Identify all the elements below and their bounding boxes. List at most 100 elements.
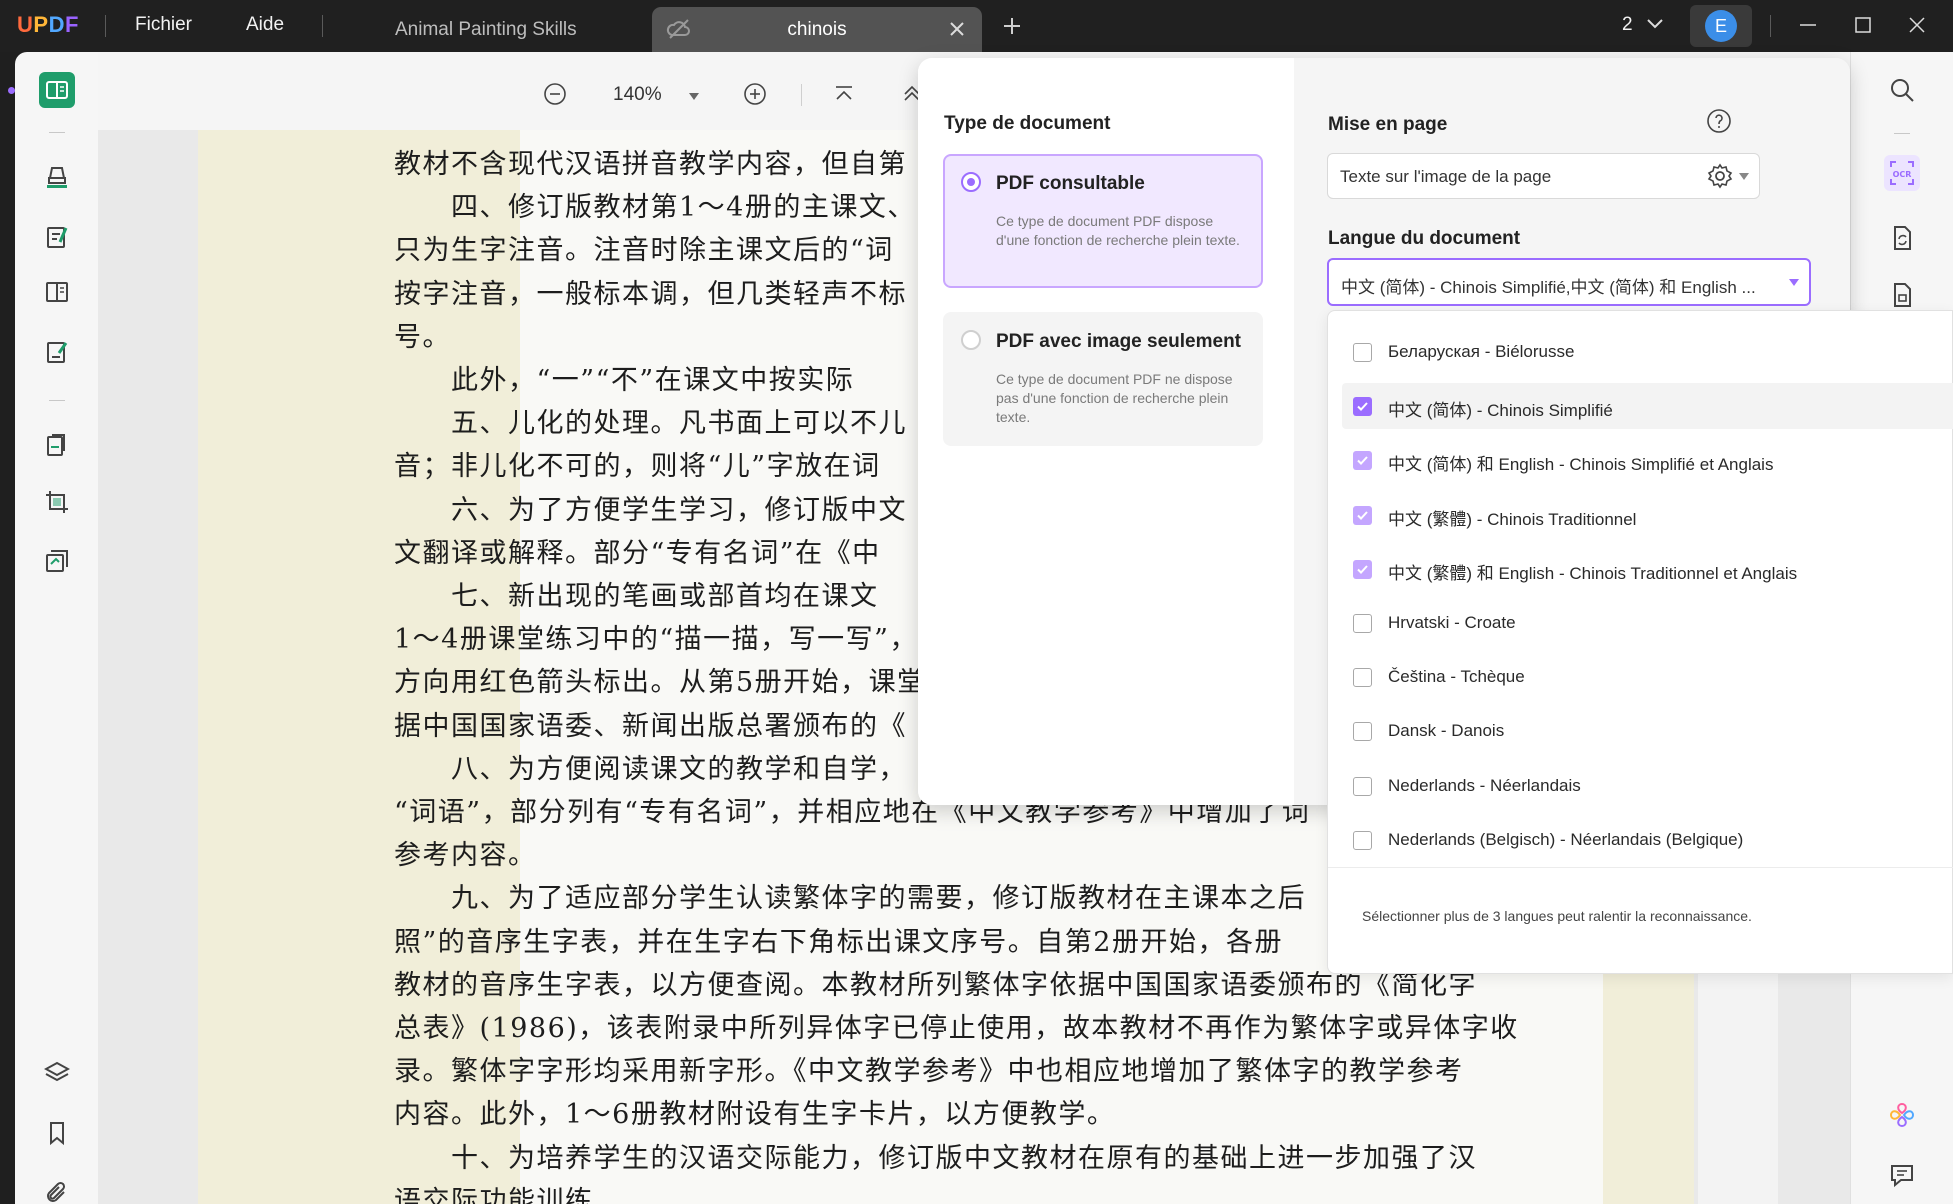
language-option[interactable]: 中文 (繁體) - Chinois Traditionnel [1342,492,1953,538]
bookmark-icon[interactable] [39,1115,75,1151]
toolbar-divider [49,132,65,133]
gear-icon[interactable] [1706,162,1734,195]
organize-pages-icon[interactable] [39,427,75,463]
language-checkbox[interactable] [1353,559,1372,579]
checkmark-icon [1357,565,1368,574]
language-option[interactable]: Dansk - Danois [1342,708,1953,754]
document-text-line: 文翻译或解释。部分“专有名词”在《中 [394,537,881,569]
language-checkbox[interactable] [1353,776,1372,796]
document-type-title: Type de document [944,113,1111,134]
language-option[interactable]: 中文 (繁體) 和 English - Chinois Traditionnel… [1342,546,1953,592]
document-text-line: 音；非儿化不可的，则将“儿”字放在词 [394,451,881,483]
ocr-tools-icon[interactable] [39,544,75,580]
ocr-icon[interactable]: OCR [1884,155,1920,191]
toolbar-divider [49,400,65,401]
option-description: Ce type de document PDF dispose d'une fo… [996,213,1240,248]
title-bar: UPDF Fichier Aide Animal Painting Skills… [0,0,1953,52]
document-text-line: 1～4册课堂练习中的“描一描，写一写”， [394,624,918,656]
convert-icon[interactable] [1884,220,1920,256]
zoom-in-icon[interactable] [743,82,767,111]
document-text-line: 录。繁体字字形均采用新字形。《中文教学参考》中也相应地增加了繁体字的教学参考 [394,1056,1464,1088]
dropdown-arrow-icon [1739,173,1749,180]
radio-searchable-pdf[interactable] [961,172,981,192]
protect-icon[interactable] [1884,277,1920,313]
edit-text-icon[interactable] [39,219,75,255]
layout-select[interactable]: Texte sur l'image de la page [1327,153,1760,199]
cloud-off-icon [666,18,692,46]
language-select-value: 中文 (简体) - Chinois Simplifié,中文 (简体) 和 En… [1341,278,1756,297]
dropdown-arrow-icon [1789,279,1799,286]
option-image-only-pdf[interactable]: PDF avec image seulement Ce type de docu… [943,312,1263,446]
attachment-icon[interactable] [39,1175,75,1204]
language-select[interactable]: 中文 (简体) - Chinois Simplifié,中文 (简体) 和 En… [1327,258,1811,306]
close-tab-icon[interactable] [946,18,968,46]
form-edit-icon[interactable] [39,334,75,370]
document-text-line: 十、为培养学生的汉语交际能力，修订版中文教材在原有的基础上进一步加强了汉 [394,1142,1477,1174]
document-text-line: 据中国国家语委、新闻出版总署颁布的《 [394,710,907,742]
menu-aide[interactable]: Aide [246,14,284,36]
language-option-label: Hrvatski - Croate [1388,613,1516,632]
checkmark-icon [1357,402,1368,412]
language-checkbox[interactable] [1353,830,1372,850]
language-option-label: Dansk - Danois [1388,721,1505,741]
layout-select-value: Texte sur l'image de la page [1340,167,1552,186]
menu-fichier[interactable]: Fichier [135,14,192,36]
document-text-line: 九、为了适应部分学生认读繁体字的需要，修订版教材在主课本之后 [394,883,1306,915]
avatar: E [1705,10,1737,42]
language-checkbox[interactable] [1353,397,1372,417]
language-checkbox[interactable] [1353,505,1372,525]
help-icon[interactable] [1706,108,1732,139]
radio-image-only-pdf[interactable] [961,330,981,350]
comment-icon[interactable] [1884,1157,1920,1193]
zoom-dropdown-icon[interactable] [688,89,700,107]
language-option[interactable]: Беларуская - Biélorusse [1342,329,1953,375]
highlighter-icon[interactable] [39,159,75,195]
layers-icon[interactable] [39,1055,75,1091]
language-checkbox[interactable] [1353,343,1372,362]
page-count-indicator[interactable]: 2 [1622,14,1664,36]
zoom-out-icon[interactable] [543,82,567,111]
language-option-label: Nederlands - Néerlandais [1388,775,1581,795]
language-option[interactable]: 中文 (简体) - Chinois Simplifié [1342,383,1953,430]
page-count-value: 2 [1622,14,1633,36]
language-option[interactable]: Nederlands - Néerlandais [1342,763,1953,809]
account-button[interactable]: E [1690,5,1752,47]
toolbar-divider [801,84,802,106]
reader-mode-icon[interactable] [39,72,75,108]
minimize-icon[interactable] [1796,13,1820,42]
ai-assistant-icon[interactable] [1884,1097,1920,1133]
language-option[interactable]: Hrvatski - Croate [1342,600,1953,646]
search-icon[interactable] [1884,72,1920,108]
language-checkbox[interactable] [1353,614,1372,633]
maximize-icon[interactable] [1851,13,1875,42]
language-checkbox[interactable] [1353,668,1372,688]
document-text-line: 六、为了方便学生学习，修订版中文 [394,494,907,526]
document-text-line: 四、修订版教材第1～4册的主课文、 [394,192,916,224]
document-text-line: 方向用红色箭头标出。从第5册开始，课堂 [394,667,926,699]
zoom-level[interactable]: 140% [613,84,662,106]
document-text-line: 内容。此外，1～6册教材附设有生字卡片，以方便教学。 [394,1099,1116,1131]
language-option[interactable]: 中文 (简体) 和 English - Chinois Simplifié et… [1342,437,1953,483]
checkmark-icon [1357,456,1368,466]
first-page-icon[interactable] [832,82,856,111]
add-tab-icon[interactable] [1000,14,1024,43]
document-text-line: 八、为方便阅读课文的教学和自学， [394,753,907,785]
language-checkbox[interactable] [1353,722,1372,742]
language-checkbox[interactable] [1353,451,1372,471]
close-window-icon[interactable] [1905,13,1929,42]
document-text-line: 按字注音，一般标本调，但几类轻声不标 [394,278,907,310]
tab-chinois[interactable]: chinois [652,7,982,52]
crop-icon[interactable] [39,484,75,520]
checkmark-icon [1357,510,1368,520]
page-layout-icon[interactable] [39,274,75,310]
language-option-label: 中文 (繁體) - Chinois Traditionnel [1388,509,1637,529]
tab-animal-painting-skills[interactable]: Animal Painting Skills [345,7,645,52]
language-option[interactable]: Čeština - Tchèque [1342,654,1953,700]
language-option-label: Čeština - Tchèque [1388,667,1525,687]
document-text-line: 五、儿化的处理。凡书面上可以不儿 [394,408,907,440]
language-option[interactable]: Nederlands (Belgisch) - Néerlandais (Bel… [1342,817,1953,863]
language-footer: Sélectionner plus de 3 langues peut rale… [1328,867,1953,975]
tab-label: chinois [787,18,847,40]
document-text-line: 教材不含现代汉语拼音教学内容，但自第 [394,149,907,180]
option-searchable-pdf[interactable]: PDF consultable Ce type de document PDF … [943,154,1263,288]
